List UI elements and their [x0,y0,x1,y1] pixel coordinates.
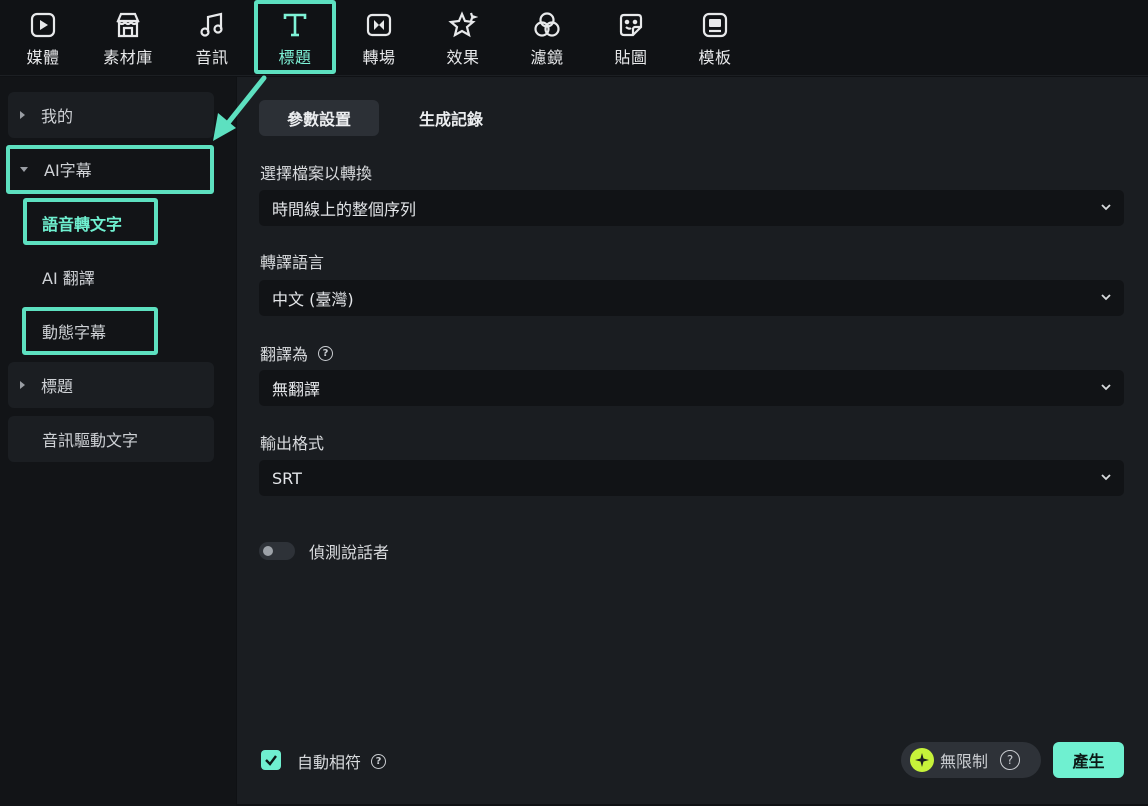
sidebar-item-audio-to-text[interactable]: 音訊驅動文字 [8,416,214,462]
auto-match-checkbox[interactable] [261,750,281,770]
field-label-text: 翻譯為 [260,345,309,364]
media-icon [30,12,56,38]
store-icon [116,12,140,38]
transcribe-language-label: 轉譯語言 [260,249,324,273]
toolbar-item-label: 音訊 [195,48,229,67]
chevron-down-icon [1101,384,1111,391]
toolbar-item-audio[interactable]: 音訊 [192,0,232,76]
toolbar-item-label: 貼圖 [614,48,648,67]
caret-down-icon [20,166,28,172]
sidebar-item-label: 我的 [41,107,74,126]
toolbar-item-label: 標題 [278,48,312,67]
sidebar-item-label: 語音轉文字 [42,215,123,234]
toolbar-item-label: 效果 [446,48,480,67]
sidebar-item-label: AI 翻譯 [42,269,95,288]
generate-button[interactable]: 產生 [1053,742,1124,778]
main-panel: 參數設置 生成記錄 選擇檔案以轉換 時間線上的整個序列 轉譯語言 中文 (臺灣)… [237,77,1148,804]
source-file-select[interactable]: 時間線上的整個序列 [259,190,1124,226]
sidebar-item-label: 音訊驅動文字 [42,431,139,450]
sparkle-icon [910,748,934,772]
unlimited-credits-pill[interactable]: 無限制 ? [901,742,1041,778]
unlimited-label: 無限制 [940,752,989,771]
toolbar-item-sticker[interactable]: 貼圖 [612,0,650,76]
filter-icon [534,12,560,37]
effects-star-icon [448,11,478,38]
chevron-down-icon [1101,294,1111,301]
music-icon [200,12,223,37]
sidebar: 我的 AI字幕 語音轉文字 AI 翻譯 動態字幕 標題 音訊驅動文字 [0,77,236,806]
toolbar-item-label: 素材庫 [103,48,153,67]
sidebar-item-label: AI字幕 [44,161,92,180]
tab-label: 生成記錄 [418,110,483,129]
top-toolbar: 媒體 素材庫 音訊 標題 轉場 效果 濾鏡 貼圖 模板 [0,0,1148,76]
source-file-label: 選擇檔案以轉換 [260,160,372,184]
sidebar-item-label: 標題 [41,377,74,396]
transcribe-language-select[interactable]: 中文 (臺灣) [259,280,1124,316]
toolbar-item-template[interactable]: 模板 [696,0,734,76]
sidebar-item-titles[interactable]: 標題 [8,362,214,408]
help-icon[interactable]: ? [1000,750,1021,770]
translate-to-select[interactable]: 無翻譯 [259,370,1124,406]
sidebar-item-ai-translate[interactable]: AI 翻譯 [8,254,214,300]
caret-right-icon [20,111,25,119]
auto-match-label: 自動相符 ? [297,749,387,773]
select-value: SRT [272,468,302,488]
toggle-knob [263,546,273,556]
detect-speaker-label: 偵測說話者 [309,543,390,562]
sidebar-item-speech-to-text[interactable]: 語音轉文字 [8,200,214,246]
sidebar-item-dynamic-subtitles[interactable]: 動態字幕 [8,308,214,354]
checkmark-icon [265,755,277,766]
checkbox-label-text: 自動相符 [297,753,362,772]
caret-right-icon [20,381,25,389]
sidebar-item-ai-subtitles[interactable]: AI字幕 [8,146,214,192]
toolbar-item-transition[interactable]: 轉場 [360,0,398,76]
select-value: 無翻譯 [272,380,321,399]
toolbar-item-title[interactable]: 標題 [274,0,316,76]
tab-history[interactable]: 生成記錄 [391,100,511,136]
template-icon [702,12,728,38]
toolbar-item-effects[interactable]: 效果 [444,0,482,76]
toolbar-item-label: 模板 [698,48,732,67]
toolbar-item-filter[interactable]: 濾鏡 [528,0,566,76]
tab-parameters[interactable]: 參數設置 [259,100,379,136]
toolbar-item-label: 轉場 [362,48,396,67]
field-label-text: 轉譯語言 [260,253,325,272]
sidebar-item-mine[interactable]: 我的 [8,92,214,138]
chevron-down-icon [1101,474,1111,481]
field-label-text: 選擇檔案以轉換 [260,164,373,183]
translate-to-label: 翻譯為 ? [260,341,334,365]
transition-icon [366,13,392,37]
chevron-down-icon [1101,204,1111,211]
help-icon[interactable]: ? [318,345,334,361]
output-format-label: 輸出格式 [260,430,324,454]
sidebar-item-label: 動態字幕 [42,323,107,342]
sticker-icon [619,13,643,37]
detect-speaker-toggle[interactable] [259,542,295,560]
toolbar-item-label: 濾鏡 [530,48,564,67]
select-value: 中文 (臺灣) [272,290,354,309]
tab-label: 參數設置 [286,110,351,129]
select-value: 時間線上的整個序列 [272,200,417,219]
toolbar-item-label: 媒體 [26,48,60,67]
toolbar-item-media[interactable]: 媒體 [22,0,64,76]
help-icon[interactable]: ? [371,753,387,769]
field-label-text: 輸出格式 [260,434,325,453]
title-text-icon [283,13,307,37]
output-format-select[interactable]: SRT [259,460,1124,496]
toolbar-item-store[interactable]: 素材庫 [98,0,158,76]
